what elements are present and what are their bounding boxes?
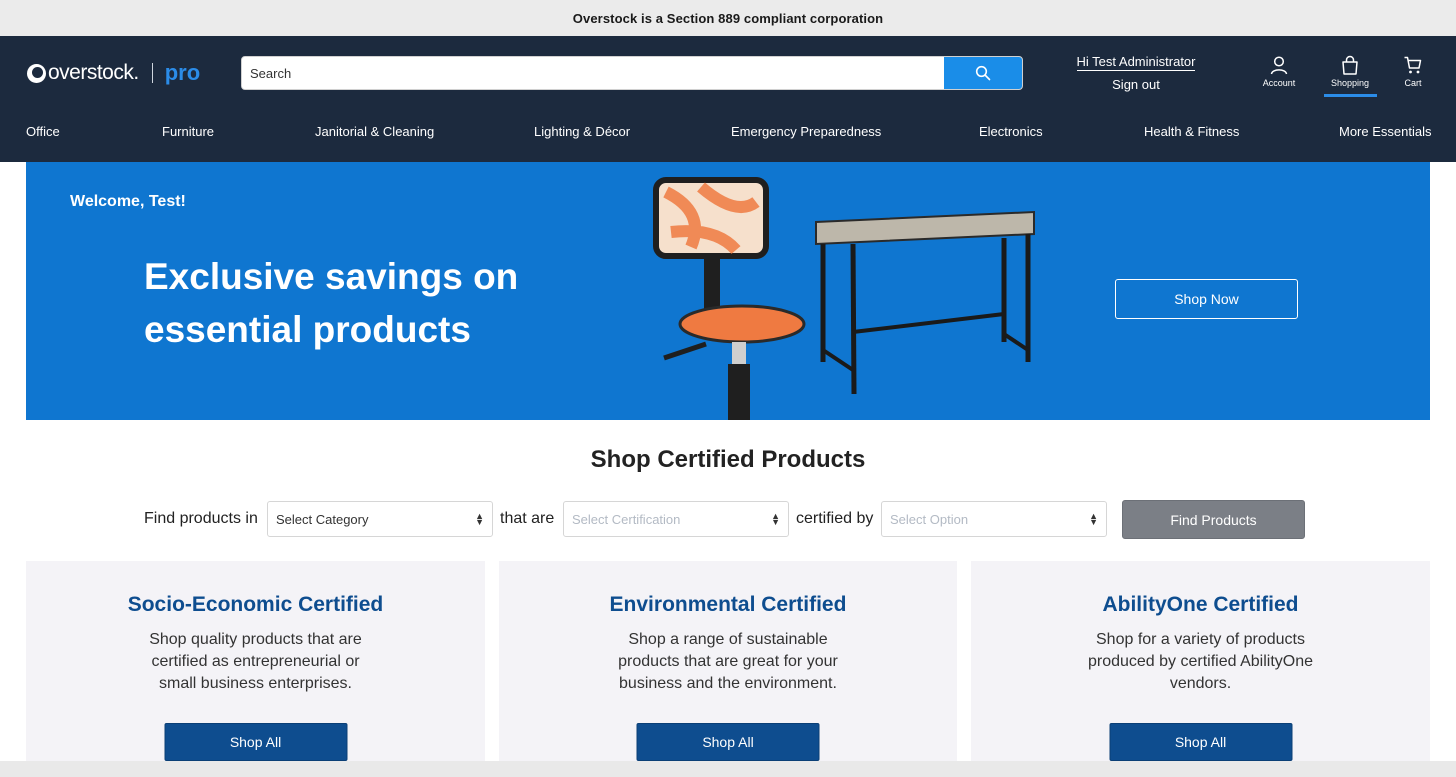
chair-desk-illustration [653, 177, 1035, 420]
account-label: Account [1262, 78, 1296, 88]
card-title: Socio-Economic Certified [127, 593, 384, 616]
logo-wordmark: overstock. [48, 61, 139, 84]
user-menu: Hi Test Administrator Sign out [1076, 54, 1196, 92]
finder-label-in: Find products in [144, 510, 258, 527]
category-select-value: Select Category [276, 511, 369, 527]
shop-all-environmental-button[interactable]: Shop All [636, 723, 820, 761]
nav-item-health[interactable]: Health & Fitness [1144, 124, 1239, 139]
shopping-bag-icon [1342, 55, 1358, 75]
welcome-text: Welcome, Test! [70, 193, 186, 210]
card-title: Environmental Certified [609, 593, 847, 616]
hero-banner: Welcome, Test! Exclusive savings on esse… [26, 162, 1430, 420]
card-description: Shop for a variety of products produced … [1087, 631, 1313, 692]
page-bottom-strip [0, 761, 1456, 777]
finder-label-are: that are [500, 510, 555, 527]
card-environmental: Environmental Certified Shop a range of … [499, 561, 957, 777]
account-button[interactable]: Account [1253, 55, 1305, 88]
certification-select[interactable]: Select Certification ▲ ▼ [563, 501, 789, 537]
shopping-label: Shopping [1330, 78, 1370, 88]
logo-divider [151, 63, 153, 83]
card-abilityone: AbilityOne Certified Shop for a variety … [971, 561, 1430, 777]
overstock-logo-icon [27, 63, 46, 83]
search-input[interactable] [242, 57, 944, 89]
shopping-active-indicator [1324, 94, 1377, 97]
nav-item-emergency[interactable]: Emergency Preparedness [731, 124, 881, 139]
card-title: AbilityOne Certified [1102, 593, 1299, 616]
card-description: Shop a range of sustainable products tha… [618, 631, 838, 692]
certifier-select-value: Select Option [890, 511, 969, 527]
select-arrows-icon: ▲ ▼ [475, 511, 484, 527]
nav-item-lighting[interactable]: Lighting & Décor [534, 124, 630, 139]
shop-all-socio-economic-button[interactable]: Shop All [164, 723, 347, 761]
category-nav: Office Furniture Janitorial & Cleaning L… [0, 124, 1456, 146]
shop-all-abilityone-button[interactable]: Shop All [1109, 723, 1292, 761]
logo-pro: pro [164, 60, 201, 85]
logo[interactable]: overstock. pro [27, 60, 200, 86]
sign-out-link[interactable]: Sign out [1076, 77, 1196, 92]
nav-item-more[interactable]: More Essentials [1339, 124, 1431, 139]
shop-now-button[interactable]: Shop Now [1115, 279, 1298, 319]
nav-item-office[interactable]: Office [26, 124, 60, 139]
certified-section-title: Shop Certified Products [590, 446, 866, 473]
user-icon [1270, 56, 1288, 75]
compliance-text: Overstock is a Section 889 compliant cor… [572, 10, 884, 26]
find-products-button[interactable]: Find Products [1122, 500, 1305, 539]
certification-select-value: Select Certification [572, 511, 681, 527]
shopping-button[interactable]: Shopping [1324, 55, 1376, 88]
card-description: Shop quality products that are certified… [149, 631, 362, 692]
nav-item-furniture[interactable]: Furniture [162, 124, 214, 139]
product-finder: Find products in Select Category ▲ ▼ that… [0, 500, 1456, 539]
user-greeting-link[interactable]: Hi Test Administrator [1076, 54, 1196, 71]
cart-button[interactable]: Cart [1387, 55, 1439, 88]
search-icon [975, 65, 991, 81]
finder-label-by: certified by [796, 510, 874, 527]
compliance-banner: Overstock is a Section 889 compliant cor… [0, 0, 1456, 36]
select-arrows-icon: ▲ ▼ [771, 511, 780, 527]
card-socio-economic: Socio-Economic Certified Shop quality pr… [26, 561, 485, 777]
nav-item-janitorial[interactable]: Janitorial & Cleaning [315, 124, 434, 139]
cart-label: Cart [1404, 78, 1422, 88]
select-arrows-icon: ▲ ▼ [1089, 511, 1098, 527]
search-bar [241, 56, 1023, 90]
nav-item-electronics[interactable]: Electronics [979, 124, 1043, 139]
certifier-select[interactable]: Select Option ▲ ▼ [881, 501, 1107, 537]
search-button[interactable] [944, 57, 1022, 89]
hero-title: Exclusive savings on essential products [144, 256, 519, 350]
category-select[interactable]: Select Category ▲ ▼ [267, 501, 493, 537]
cart-icon [1404, 56, 1422, 74]
